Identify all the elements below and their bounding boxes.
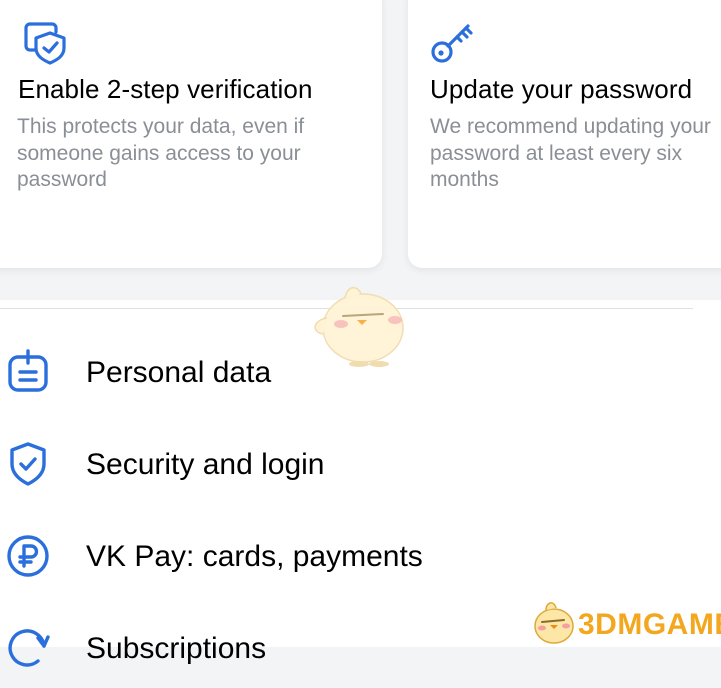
card-description-line: We recommend updating your bbox=[430, 115, 711, 138]
subscriptions-icon bbox=[8, 629, 50, 667]
menu-item-label: Subscriptions bbox=[86, 632, 267, 665]
recommendation-cards: Enable 2-step verification This protects… bbox=[0, 0, 721, 300]
card-title: Enable 2-step verification bbox=[18, 74, 313, 104]
menu-item-label: Security and login bbox=[86, 448, 325, 481]
chick-logo-icon bbox=[534, 602, 574, 644]
menu-item-label: Personal data bbox=[86, 356, 272, 389]
shield-check-icon bbox=[10, 442, 46, 486]
card-description-line: password at least every six bbox=[430, 141, 683, 165]
menu-item-vk-pay[interactable]: VK Pay: cards, payments bbox=[0, 516, 721, 596]
card-description-line: months bbox=[430, 168, 499, 191]
id-card-icon bbox=[8, 349, 48, 392]
mascot-watermark-icon bbox=[314, 286, 404, 367]
ruble-coin-icon bbox=[7, 535, 49, 577]
card-enable-2fa[interactable]: Enable 2-step verification This protects… bbox=[0, 0, 382, 268]
watermark: 3DMGAME bbox=[528, 598, 721, 646]
watermark-text: 3DMGAME bbox=[578, 608, 721, 641]
menu-item-security-login[interactable]: Security and login bbox=[0, 424, 721, 504]
menu-item-label: VK Pay: cards, payments bbox=[86, 540, 423, 573]
card-update-password[interactable]: Update your password We recommend updati… bbox=[408, 0, 721, 268]
shield-check-icon bbox=[24, 22, 66, 65]
key-icon bbox=[431, 24, 473, 63]
card-description: We recommend updating your password at le… bbox=[430, 114, 721, 194]
card-title: Update your password bbox=[430, 74, 693, 104]
card-description: This protects your data, even if someone… bbox=[17, 115, 305, 191]
